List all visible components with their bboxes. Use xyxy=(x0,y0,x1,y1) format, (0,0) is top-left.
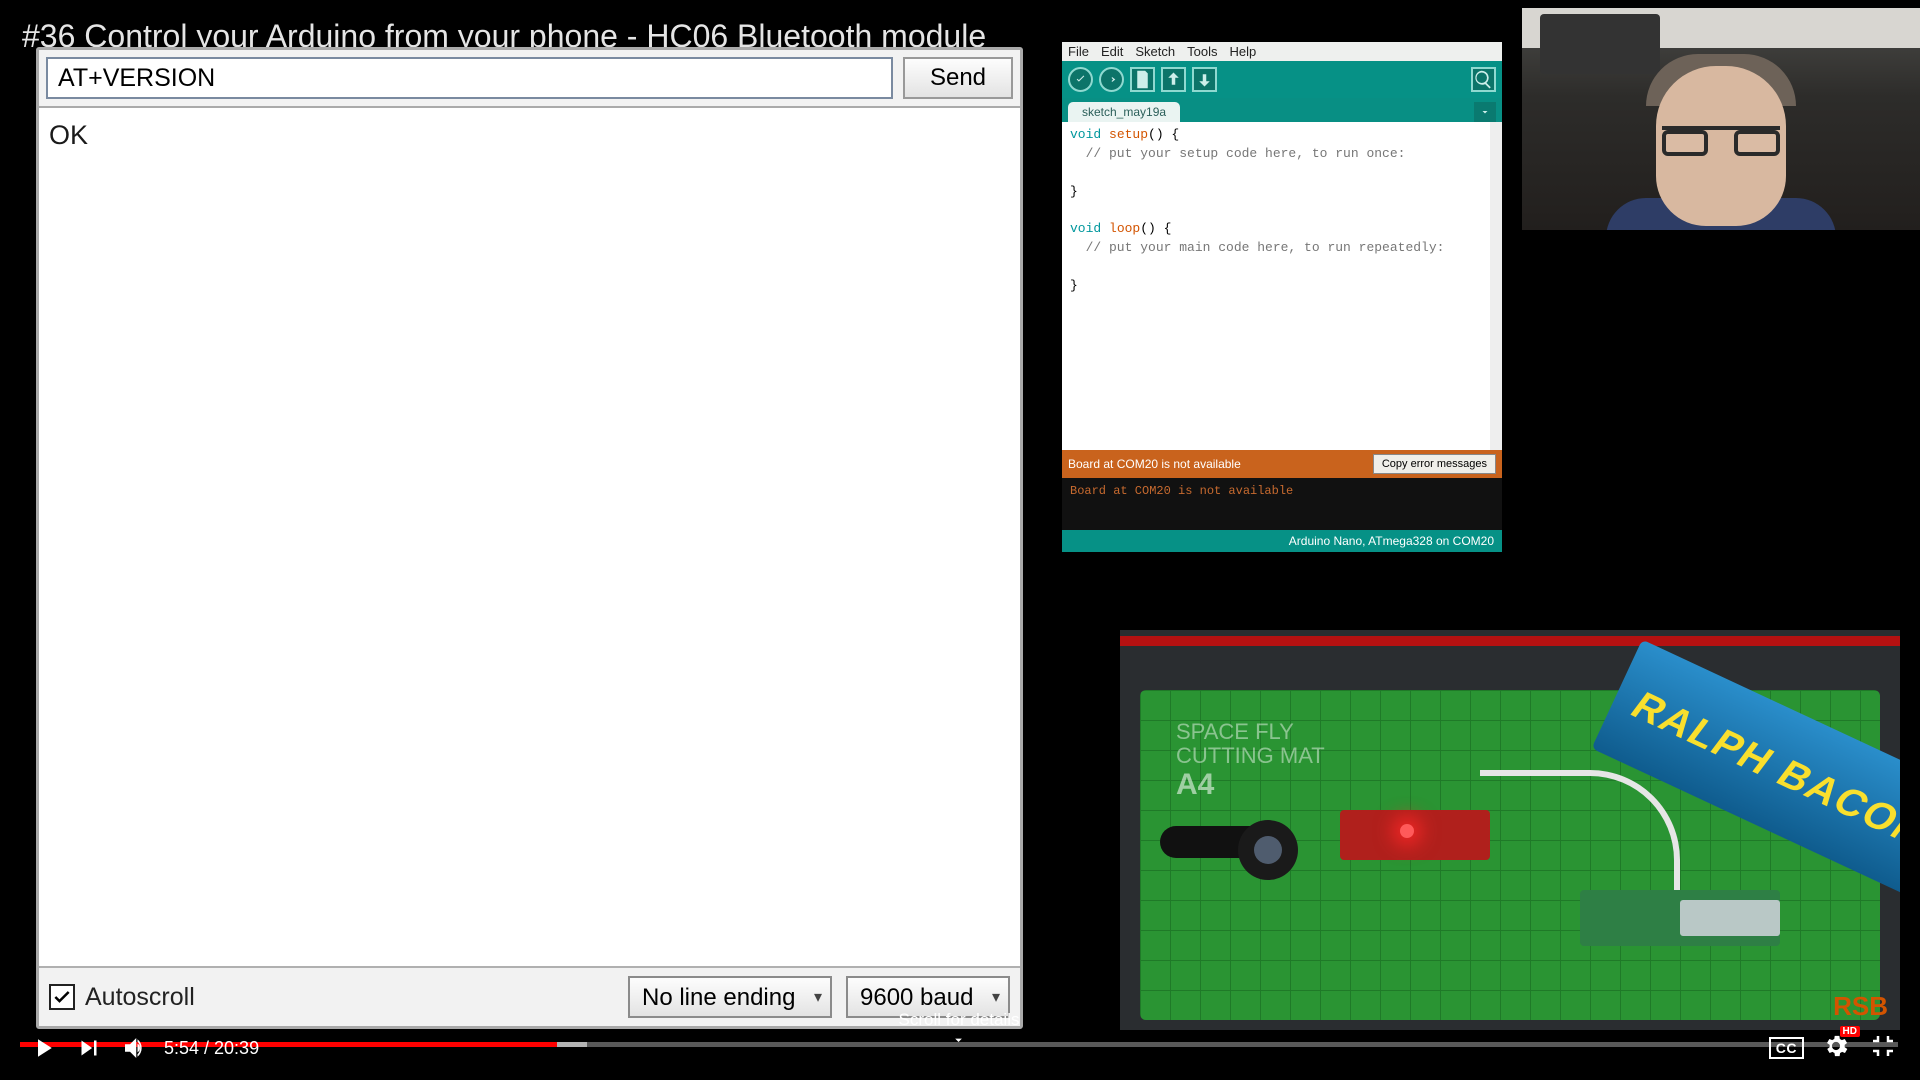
ide-error-banner: Board at COM20 is not available Copy err… xyxy=(1062,450,1502,478)
new-sketch-button[interactable] xyxy=(1130,67,1155,92)
open-sketch-button[interactable] xyxy=(1161,67,1186,92)
ide-tabs: sketch_may19a xyxy=(1062,98,1502,122)
arrow-up-icon xyxy=(1163,69,1184,90)
verify-button[interactable] xyxy=(1068,67,1093,92)
code-editor[interactable]: void setup() { // put your setup code he… xyxy=(1062,122,1502,450)
menu-edit[interactable]: Edit xyxy=(1101,44,1123,59)
next-button[interactable] xyxy=(66,1025,112,1071)
serial-input[interactable] xyxy=(46,57,893,99)
console-line: Board at COM20 is not available xyxy=(1070,484,1494,498)
cutting-mat-label: SPACE FLY CUTTING MAT A4 xyxy=(1176,720,1325,801)
settings-button[interactable]: HD xyxy=(1822,1032,1850,1065)
exit-fullscreen-button[interactable] xyxy=(1868,1031,1898,1066)
serial-monitor-button[interactable] xyxy=(1471,67,1496,92)
ftdi-board xyxy=(1340,810,1490,860)
menu-tools[interactable]: Tools xyxy=(1187,44,1217,59)
check-icon xyxy=(1074,73,1087,86)
serial-monitor-window: Send OK Autoscroll No line ending ▾ 9600… xyxy=(36,47,1023,1029)
captions-button[interactable]: CC xyxy=(1769,1037,1804,1059)
next-icon xyxy=(74,1033,104,1063)
autoscroll-checkbox[interactable] xyxy=(49,984,75,1010)
magnify-icon xyxy=(1473,69,1494,90)
chevron-down-icon xyxy=(949,1032,969,1048)
exit-fullscreen-icon xyxy=(1868,1031,1898,1061)
file-icon xyxy=(1132,69,1153,90)
menu-file[interactable]: File xyxy=(1068,44,1089,59)
player-controls: 5:54 / 20:39 Scroll for details CC HD xyxy=(20,1022,1898,1074)
chevron-down-icon xyxy=(1479,106,1491,118)
ide-menubar: File Edit Sketch Tools Help xyxy=(1062,42,1502,61)
ide-toolbar xyxy=(1062,61,1502,98)
menu-sketch[interactable]: Sketch xyxy=(1135,44,1175,59)
check-icon xyxy=(52,987,72,1007)
scroll-hint[interactable]: Scroll for details xyxy=(899,1010,1020,1048)
power-led-icon xyxy=(1400,824,1414,838)
autoscroll-label: Autoscroll xyxy=(85,983,195,1012)
play-icon xyxy=(28,1033,58,1063)
upload-button[interactable] xyxy=(1099,67,1124,92)
time-display: 5:54 / 20:39 xyxy=(164,1038,259,1059)
volume-icon xyxy=(120,1033,150,1063)
sketch-tab[interactable]: sketch_may19a xyxy=(1068,102,1180,122)
menu-help[interactable]: Help xyxy=(1229,44,1256,59)
send-button[interactable]: Send xyxy=(903,57,1013,99)
mute-button[interactable] xyxy=(112,1025,158,1071)
hardware-camera-view: SPACE FLY CUTTING MAT A4 RALPH BACON RSB xyxy=(1120,630,1900,1030)
play-button[interactable] xyxy=(20,1025,66,1071)
presenter-webcam xyxy=(1522,8,1920,230)
save-sketch-button[interactable] xyxy=(1192,67,1217,92)
copy-errors-button[interactable]: Copy error messages xyxy=(1373,454,1496,474)
serial-output: OK xyxy=(39,108,1020,966)
tab-menu-button[interactable] xyxy=(1474,102,1496,122)
line-ending-select[interactable]: No line ending xyxy=(628,976,832,1018)
arrow-down-icon xyxy=(1194,69,1215,90)
editor-scrollbar[interactable] xyxy=(1490,122,1502,450)
hd-badge: HD xyxy=(1840,1026,1860,1037)
arduino-ide-window: File Edit Sketch Tools Help sketch_may19… xyxy=(1062,42,1502,552)
arrow-right-icon xyxy=(1105,73,1118,86)
watermark: RSB xyxy=(1833,991,1888,1022)
error-text: Board at COM20 is not available xyxy=(1068,457,1365,471)
ide-console: Board at COM20 is not available xyxy=(1062,478,1502,530)
ide-status-bar: Arduino Nano, ATmega328 on COM20 xyxy=(1062,530,1502,552)
